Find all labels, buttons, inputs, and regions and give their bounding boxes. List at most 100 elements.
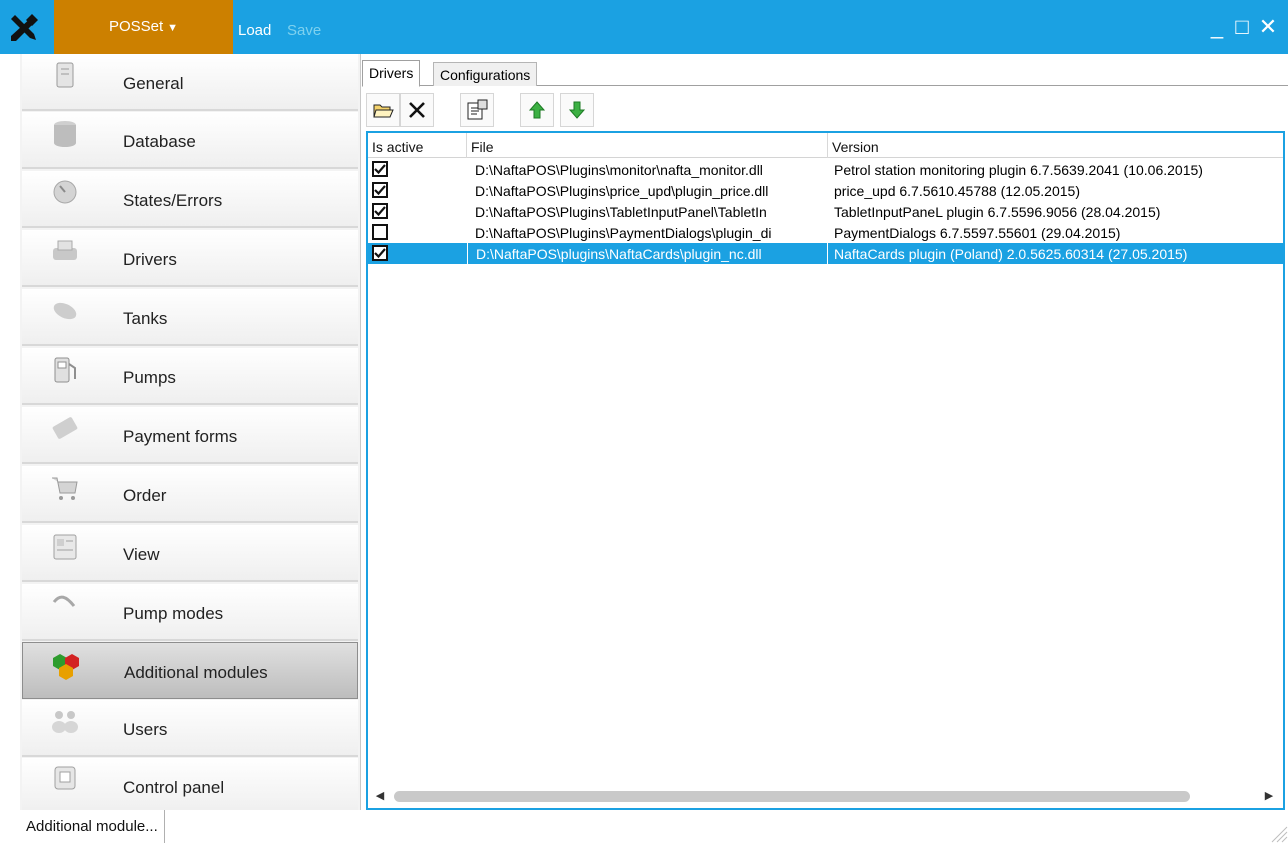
sidebar-item-label: Payment forms [123, 427, 238, 446]
modules-cubes-icon [53, 654, 79, 680]
scrollbar-thumb[interactable] [394, 791, 1190, 802]
sidebar-item-label: Control panel [123, 778, 225, 797]
fuel-pump-icon [54, 357, 76, 383]
nozzle-icon [52, 595, 76, 607]
open-folder-icon [373, 104, 394, 118]
file-cell: D:\NaftaPOS\plugins\NaftaCards\plugin_nc… [467, 243, 828, 264]
save-button[interactable]: Save [287, 0, 321, 54]
checkmark-icon [374, 206, 386, 217]
sidebar-item-control-panel[interactable]: Control panel [22, 758, 358, 815]
payment-card-icon [52, 417, 78, 439]
table-row[interactable]: D:\NaftaPOS\Plugins\PaymentDialogs\plugi… [368, 222, 1283, 243]
tab-strip: Drivers Configurations [362, 60, 1288, 87]
database-icon [54, 121, 76, 147]
column-header-file[interactable]: File [467, 133, 828, 158]
plugins-grid[interactable]: Is active File Version D:\NaftaPOS\Plugi… [366, 131, 1285, 810]
status-text: Additional module... [20, 810, 165, 843]
grid-header: Is active File Version [368, 133, 1283, 158]
checkmark-icon [374, 248, 386, 259]
title-bar: POSSet ▼ Load Save _ □ ✕ [0, 0, 1288, 54]
control-panel-icon [54, 766, 76, 790]
version-cell: NaftaCards plugin (Poland) 2.0.5625.6031… [834, 246, 1188, 262]
version-cell: Petrol station monitoring plugin 6.7.563… [834, 162, 1203, 178]
active-checkbox[interactable] [372, 203, 388, 219]
delete-button[interactable] [400, 93, 434, 127]
sidebar-item-states-errors[interactable]: States/Errors [22, 171, 358, 228]
view-icon [53, 534, 77, 560]
document-icon [56, 62, 74, 88]
move-up-button[interactable] [520, 93, 554, 127]
minimize-button[interactable]: _ [1206, 12, 1228, 42]
sidebar-item-additional-modules[interactable]: Additional modules [22, 642, 358, 699]
checkmark-icon [374, 185, 386, 196]
sidebar-item-database[interactable]: Database [22, 112, 358, 169]
tab-drivers[interactable]: Drivers [362, 60, 421, 87]
move-up-icon [528, 101, 546, 119]
file-cell: D:\NaftaPOS\Plugins\TabletInputPanel\Tab… [475, 204, 767, 220]
sidebar-item-general[interactable]: General [22, 54, 358, 111]
chevron-down-icon: ▼ [167, 22, 179, 34]
resize-grip-icon[interactable] [1266, 821, 1288, 843]
main-panel: Drivers Configurations Is active File Ve… [362, 54, 1288, 810]
posset-menu-button[interactable]: POSSet ▼ [54, 0, 233, 54]
column-header-version[interactable]: Version [828, 133, 1283, 158]
status-bar: Additional module... [20, 810, 1288, 843]
checkmark-icon [374, 164, 386, 175]
sidebar-item-label: Pump modes [123, 604, 224, 623]
printer-icon [53, 240, 77, 260]
sidebar-item-label: Users [123, 720, 168, 739]
sidebar-item-label: Additional modules [124, 663, 268, 682]
active-checkbox[interactable] [372, 224, 388, 240]
sidebar-item-label: States/Errors [123, 191, 223, 210]
sidebar-item-label: Pumps [123, 368, 176, 387]
version-cell: TabletInputPaneL plugin 6.7.5596.9056 (2… [834, 204, 1161, 220]
sidebar-item-order[interactable]: Order [22, 466, 358, 523]
version-cell: PaymentDialogs 6.7.5597.55601 (29.04.201… [834, 225, 1121, 241]
sidebar-item-label: General [123, 74, 184, 93]
sidebar-item-users[interactable]: Users [22, 700, 358, 757]
posset-menu-label: POSSet [108, 18, 164, 35]
active-checkbox[interactable] [372, 245, 388, 261]
sidebar-item-tanks[interactable]: Tanks [22, 289, 358, 346]
users-icon [52, 711, 78, 733]
gauge-icon [53, 180, 77, 204]
sidebar-item-label: View [123, 545, 160, 564]
sidebar-item-view[interactable]: View [22, 525, 358, 582]
file-cell: D:\NaftaPOS\Plugins\price_upd\plugin_pri… [475, 183, 769, 199]
maximize-button[interactable]: □ [1231, 12, 1253, 42]
table-row-selected[interactable]: D:\NaftaPOS\plugins\NaftaCards\plugin_nc… [368, 243, 1283, 264]
load-button[interactable]: Load [238, 0, 271, 54]
sidebar-item-pumps[interactable]: Pumps [22, 348, 358, 405]
tank-icon [53, 302, 77, 320]
horizontal-scrollbar[interactable]: ◀ ▶ [368, 784, 1283, 808]
scroll-left-icon[interactable]: ◀ [372, 787, 388, 805]
sidebar-item-payment-forms[interactable]: Payment forms [22, 407, 358, 464]
sidebar-item-label: Order [123, 486, 167, 505]
close-button[interactable]: ✕ [1257, 12, 1279, 42]
column-header-is-active[interactable]: Is active [368, 133, 467, 158]
scroll-right-icon[interactable]: ▶ [1261, 787, 1277, 805]
file-cell: D:\NaftaPOS\Plugins\PaymentDialogs\plugi… [475, 225, 772, 241]
tab-configurations[interactable]: Configurations [433, 62, 538, 86]
properties-icon [467, 99, 488, 120]
sidebar-item-label: Database [123, 132, 196, 151]
file-cell: D:\NaftaPOS\Plugins\monitor\nafta_monito… [475, 162, 763, 178]
active-checkbox[interactable] [372, 161, 388, 177]
active-checkbox[interactable] [372, 182, 388, 198]
table-row[interactable]: D:\NaftaPOS\Plugins\TabletInputPanel\Tab… [368, 201, 1283, 222]
shopping-cart-icon [52, 477, 78, 500]
sidebar-item-label: Tanks [123, 309, 168, 328]
tools-icon[interactable] [6, 12, 40, 46]
open-button[interactable] [366, 93, 400, 127]
toolbar [364, 90, 1288, 130]
delete-icon [409, 102, 425, 118]
sidebar-item-drivers[interactable]: Drivers [22, 230, 358, 287]
sidebar-item-pump-modes[interactable]: Pump modes [22, 584, 358, 641]
table-row[interactable]: D:\NaftaPOS\Plugins\monitor\nafta_monito… [368, 159, 1283, 180]
move-down-button[interactable] [560, 93, 594, 127]
move-down-icon [568, 101, 586, 119]
properties-button[interactable] [460, 93, 494, 127]
table-row[interactable]: D:\NaftaPOS\Plugins\price_upd\plugin_pri… [368, 180, 1283, 201]
sidebar-item-label: Drivers [123, 250, 177, 269]
version-cell: price_upd 6.7.5610.45788 (12.05.2015) [834, 183, 1080, 199]
